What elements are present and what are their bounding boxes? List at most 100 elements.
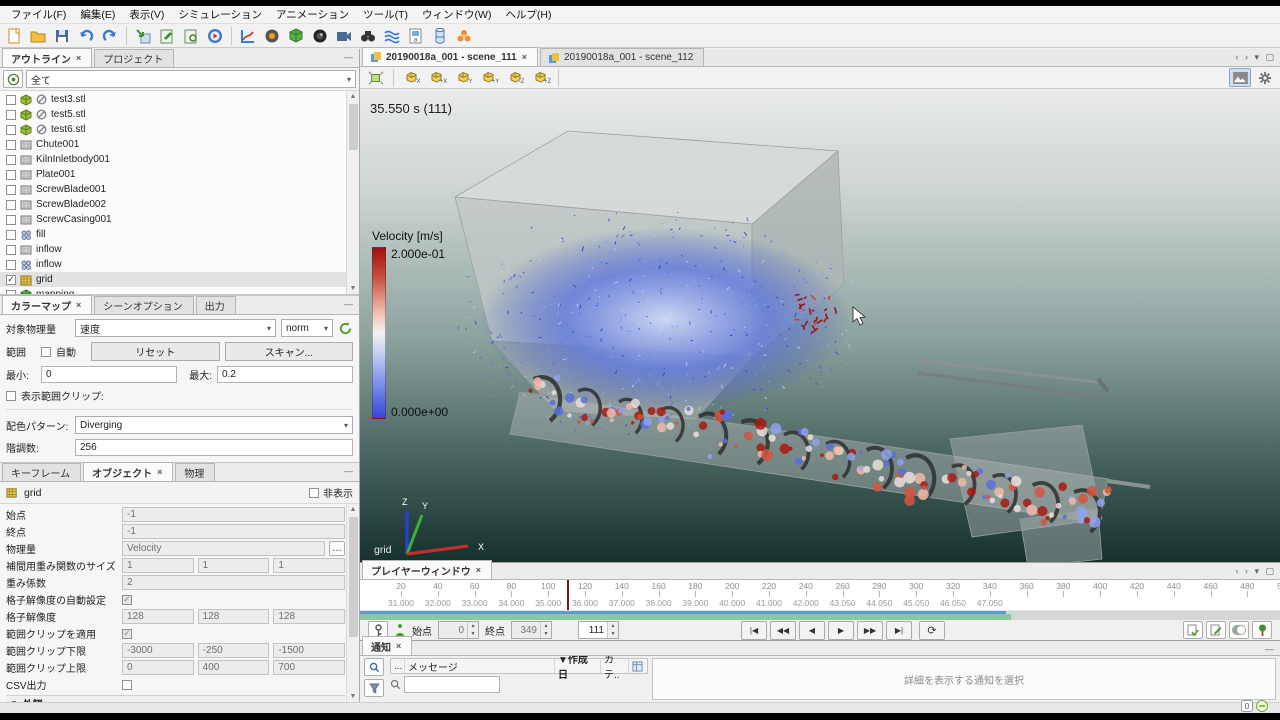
property-value[interactable]: 128 (122, 609, 194, 624)
property-checkbox[interactable]: ✓ (122, 594, 132, 605)
visibility-filter-button[interactable] (3, 70, 23, 88)
fit-view-button[interactable] (364, 68, 388, 88)
property-value[interactable]: 1 (273, 558, 346, 573)
save-button[interactable] (51, 25, 73, 46)
snapshot-tree-button[interactable] (1252, 621, 1272, 639)
property-value[interactable]: -250 (197, 643, 270, 658)
tab-notification-0[interactable]: 通知 × (362, 636, 413, 655)
tree-item-test5.stl[interactable]: test5.stl (0, 107, 359, 122)
close-icon[interactable]: × (76, 300, 81, 310)
item-checkbox[interactable] (6, 259, 16, 270)
tab-outline-1[interactable]: プロジェクト (94, 49, 175, 67)
report-image-button[interactable]: a (405, 25, 427, 46)
menu-item-1[interactable]: 編集(E) (73, 5, 122, 24)
fast-backward-button[interactable]: ◀◀ (770, 620, 796, 640)
hide-checkbox[interactable] (309, 487, 319, 498)
tab-object-2[interactable]: 物理 (175, 463, 216, 481)
tab-scene-1[interactable]: 20190018a_001 - scene_112 (539, 48, 705, 66)
tree-item-ScrewBlade002[interactable]: ScrewBlade002 (0, 197, 359, 212)
property-value[interactable]: -1 (122, 524, 345, 539)
tab-object-0[interactable]: キーフレーム (2, 463, 82, 481)
edit-keyframe-button[interactable] (1206, 621, 1226, 639)
notification-filter-button[interactable] (364, 679, 384, 697)
view-plusZ-button[interactable]: +Z (529, 68, 553, 88)
auto-range-checkbox[interactable] (41, 346, 51, 357)
redo-button[interactable] (99, 25, 121, 46)
current-frame-marker[interactable] (567, 580, 570, 610)
view-minusX-button[interactable]: -X (399, 68, 423, 88)
panel-minimize-icon[interactable]: — (1265, 644, 1276, 654)
menu-item-2[interactable]: 表示(V) (122, 5, 171, 24)
column-settings-button[interactable] (629, 659, 647, 673)
measure-cylinder-button[interactable] (429, 25, 451, 46)
close-icon[interactable]: × (476, 565, 481, 575)
scan-button[interactable]: スキャン... (224, 342, 353, 361)
close-icon[interactable]: × (76, 53, 81, 63)
object-scrollbar[interactable]: ▲ ▼ (346, 504, 359, 702)
tab-colormap-1[interactable]: シーンオプション (94, 296, 194, 314)
item-checkbox[interactable] (6, 139, 16, 150)
tab-player-0[interactable]: プレイヤーウィンドウ × (362, 560, 492, 579)
tab-scene-0[interactable]: 20190018a_001 - scene_111 × (362, 47, 538, 66)
movie-export-button[interactable] (333, 25, 355, 46)
menu-item-6[interactable]: ウィンドウ(W) (415, 5, 498, 24)
step-backward-button[interactable]: ◀ (799, 620, 825, 640)
tab-object-1[interactable]: オブジェクト × (83, 462, 174, 481)
tree-item-test6.stl[interactable]: test6.stl (0, 122, 359, 137)
tree-item-inflow[interactable]: inflow (0, 242, 359, 257)
render-cube-button[interactable] (285, 25, 307, 46)
current-frame-spinner[interactable]: 111 ▲ ▼ (578, 621, 619, 639)
notification-search-input[interactable] (404, 676, 500, 693)
property-value[interactable]: -1500 (273, 643, 346, 658)
outline-filter-select[interactable]: 全て ▾ (26, 70, 356, 88)
tree-item-mapping[interactable]: mapping (0, 287, 359, 294)
property-value[interactable]: -1 (122, 507, 345, 522)
col-message[interactable]: メッセージ (405, 659, 555, 674)
target-quantity-select[interactable]: 速度 ▾ (75, 319, 276, 337)
tree-item-grid[interactable]: ✓ grid (0, 272, 359, 287)
collapse-icon[interactable] (1256, 700, 1268, 712)
view-minusZ-button[interactable]: -Z (503, 68, 527, 88)
tree-item-test3.stl[interactable]: test3.stl (0, 92, 359, 107)
loop-button[interactable]: ⟳ (919, 620, 945, 640)
property-value[interactable]: 400 (197, 660, 270, 675)
item-checkbox[interactable] (6, 244, 16, 255)
binoculars-button[interactable] (357, 25, 379, 46)
tree-item-Plate001[interactable]: Plate001 (0, 167, 359, 182)
item-checkbox[interactable] (6, 289, 16, 294)
property-value[interactable]: 700 (273, 660, 346, 675)
tree-item-ScrewCasing001[interactable]: ScrewCasing001 (0, 212, 359, 227)
panel-minimize-icon[interactable]: — (344, 466, 355, 476)
timeline-ruler[interactable]: 20 31.000 40 32.000 60 33.000 80 34.000 100 35.00… (360, 580, 1280, 611)
import-mesh-button[interactable] (132, 25, 154, 46)
property-value[interactable]: -3000 (122, 643, 194, 658)
item-checkbox[interactable] (6, 199, 16, 210)
norm-select[interactable]: norm ▾ (281, 319, 333, 337)
particle-set-button[interactable] (453, 25, 475, 46)
item-checkbox[interactable] (6, 154, 16, 165)
property-value[interactable]: 0 (122, 660, 194, 675)
viewport-settings-button[interactable] (1254, 68, 1276, 87)
min-input[interactable]: 0 (41, 366, 177, 383)
col-dots[interactable]: ... (391, 659, 405, 673)
item-checkbox[interactable]: ✓ (6, 274, 16, 285)
render-sphere-button[interactable] (261, 25, 283, 46)
open-folder-button[interactable] (27, 25, 49, 46)
close-icon[interactable]: × (396, 641, 401, 651)
reset-button[interactable]: リセット (91, 342, 220, 361)
property-value[interactable]: 2 (122, 575, 345, 590)
scene-settings-button[interactable] (180, 25, 202, 46)
view-plusX-button[interactable]: +X (425, 68, 449, 88)
item-checkbox[interactable] (6, 229, 16, 240)
tabbar-controls[interactable]: ‹ › ▾ ▢ (1235, 52, 1276, 63)
pattern-select[interactable]: Diverging ▾ (75, 416, 353, 434)
snapshot-button[interactable] (1229, 68, 1251, 87)
menu-item-0[interactable]: ファイル(F) (4, 5, 73, 24)
graph-view-button[interactable] (237, 25, 259, 46)
property-checkbox[interactable] (122, 679, 132, 690)
panel-minimize-icon[interactable]: — (344, 299, 355, 309)
item-checkbox[interactable] (6, 124, 16, 135)
more-button[interactable]: … (329, 541, 345, 556)
tab-outline-0[interactable]: アウトライン × (2, 48, 93, 67)
property-value[interactable]: 1 (122, 558, 194, 573)
